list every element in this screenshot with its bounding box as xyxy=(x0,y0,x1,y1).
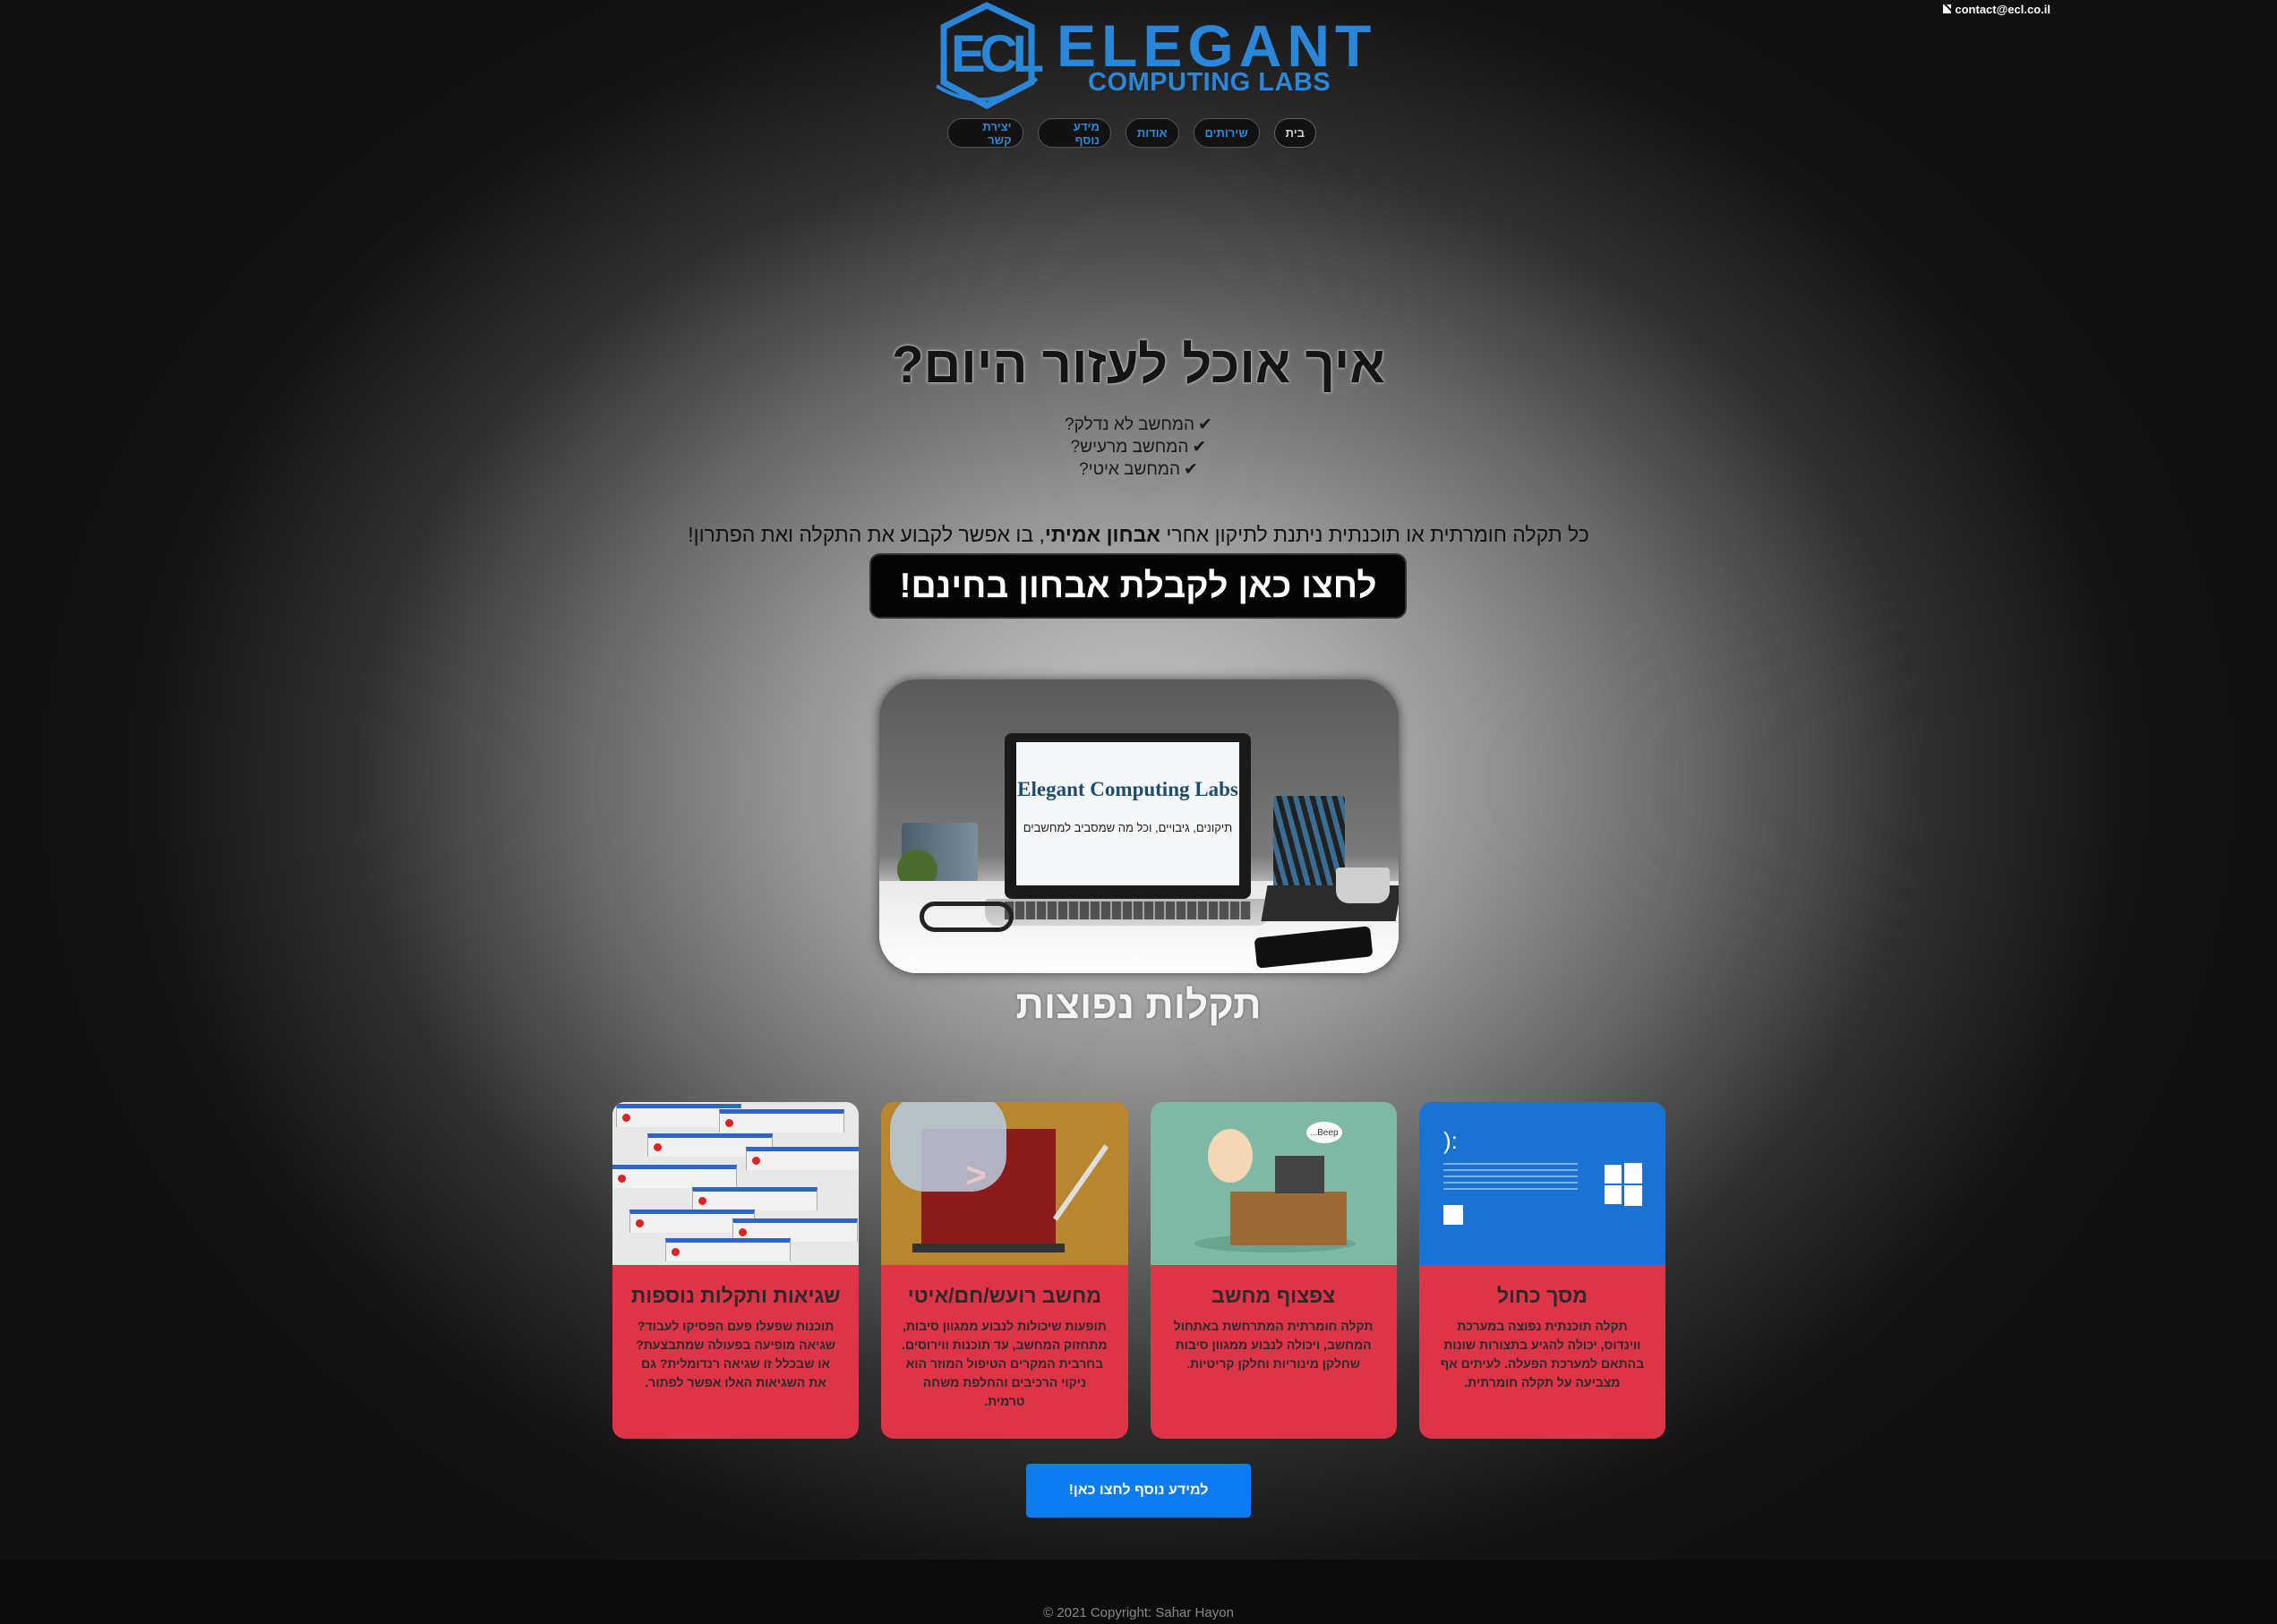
copyright-text: © 2021 Copyright: Sahar Hayon xyxy=(1043,1605,1234,1620)
screen-subtitle: תיקונים, גיבויים, וכל מה שמסביב למחשבים xyxy=(1023,821,1233,834)
card-title: מחשב רועש/חם/איטי xyxy=(907,1284,1101,1307)
checkmark-icon: ✔ xyxy=(1198,415,1212,434)
speech-bubble: Beep... xyxy=(1305,1122,1342,1143)
hero-title: איך אוכל לעזור היום? xyxy=(892,336,1385,394)
pot-shape xyxy=(1336,868,1390,903)
common-issues-title: תקלות נפוצות xyxy=(1015,983,1262,1027)
free-diagnosis-button[interactable]: לחצו כאן לקבלת אבחון בחינם! xyxy=(869,553,1407,619)
check-item: ✔המחשב איטי? xyxy=(0,458,2277,481)
statement-text: כל תקלה חומרתית או תוכנתית ניתנת לתיקון … xyxy=(1160,523,1589,546)
nav-home[interactable]: בית xyxy=(1273,118,1316,148)
page-background: contact@ecl.co.il ECL ELEGANT COMPUTING … xyxy=(0,0,2277,1560)
ecl-logo-mark-icon: ECL xyxy=(935,2,1049,109)
blue-screen-image: :( xyxy=(1418,1102,1665,1265)
diagnosis-statement: כל תקלה חומרתית או תוכנתית ניתנת לתיקון … xyxy=(0,521,2277,548)
nav-contact[interactable]: יצירת קשר xyxy=(947,118,1023,148)
laptop-base xyxy=(912,1244,1065,1252)
check-item: ✔המחשב מרעיש? xyxy=(0,436,2277,458)
site-logo[interactable]: ECL ELEGANT COMPUTING LABS xyxy=(931,0,1371,111)
card-text: תקלה חומרתית המתרחשת באתחול המחשב, ויכול… xyxy=(1173,1319,1374,1371)
beeping-computer-image: Beep... xyxy=(1150,1102,1397,1265)
nav-services[interactable]: שירותים xyxy=(1193,118,1260,148)
card-text: תוכנות שפעלו פעם הפסיקו לעבוד? שגיאה מופ… xyxy=(636,1319,836,1389)
monitor-icon xyxy=(1274,1156,1324,1193)
screen-title: Elegant Computing Labs xyxy=(1017,778,1238,800)
checkmark-icon: ✔ xyxy=(1192,438,1207,457)
main-nav: בית שירותים אודות מידע נוסף יצירת קשר xyxy=(947,118,1316,149)
man-figure xyxy=(1207,1129,1253,1183)
screwdriver-icon xyxy=(1052,1144,1109,1221)
card-text: תקלה תוכנתית נפוצה במערכת ווינדוס, יכולה… xyxy=(1440,1319,1645,1389)
check-item: ✔המחשב לא נדלק? xyxy=(0,414,2277,436)
brand-subtitle: COMPUTING LABS xyxy=(1088,68,1331,97)
checkmark-icon: ✔ xyxy=(1183,460,1198,479)
card-title: מסך כחול xyxy=(1496,1284,1588,1307)
error-dialog-icon xyxy=(665,1238,792,1261)
footer: © 2021 Copyright: Sahar Hayon xyxy=(0,1560,2277,1624)
card-noisy-computer[interactable]: < מחשב רועש/חם/איטי תופעות שיכולות לנבוע… xyxy=(881,1102,1128,1439)
sad-laptop-face-icon: < xyxy=(965,1156,987,1195)
contact-email[interactable]: contact@ecl.co.il xyxy=(1943,0,2050,18)
desk-shape xyxy=(1229,1192,1347,1245)
nav-more-info[interactable]: מידע נוסף xyxy=(1037,118,1111,148)
card-title: שגיאות ותקלות נוספות xyxy=(630,1284,841,1307)
laptop-keyboard xyxy=(1005,902,1251,919)
error-dialog-icon xyxy=(719,1109,845,1133)
card-other-errors[interactable]: שגיאות ותקלות נוספות תוכנות שפעלו פעם הפ… xyxy=(612,1102,860,1439)
check-text: המחשב מרעיש? xyxy=(1070,438,1189,457)
check-text: המחשב איטי? xyxy=(1079,460,1180,479)
symptom-checklist: ✔המחשב לא נדלק? ✔המחשב מרעיש? ✔המחשב איט… xyxy=(0,414,2277,481)
error-dialogs-image xyxy=(612,1102,860,1265)
statement-text-end: , בו אפשר לקבוע את התקלה ואת הפתרון! xyxy=(688,523,1045,546)
sad-face-icon: :( xyxy=(1443,1127,1458,1154)
card-text: תופעות שיכולות לנבוע ממגוון סיבות, מתחזו… xyxy=(902,1319,1108,1408)
qr-code-icon xyxy=(1443,1205,1463,1225)
issue-cards: :( מסך כחול תקלה תוכנתית נפוצה במערכת וו… xyxy=(612,1102,1665,1439)
logo-initials: ECL xyxy=(951,25,1043,83)
card-beeping-computer[interactable]: Beep... צפצוף מחשב תקלה חומרתית המתרחשת … xyxy=(1150,1102,1397,1439)
more-info-button[interactable]: למידע נוסף לחצו כאן! xyxy=(1026,1464,1251,1517)
envelope-icon xyxy=(1943,4,1952,13)
check-text: המחשב לא נדלק? xyxy=(1065,415,1195,434)
error-dialog-icon xyxy=(612,1165,738,1188)
nav-about[interactable]: אודות xyxy=(1125,118,1179,148)
brand-name: ELEGANT xyxy=(1057,13,1377,79)
smoke-shape xyxy=(889,1102,1006,1192)
error-dialog-icon xyxy=(692,1187,818,1210)
glasses-shape xyxy=(920,902,1014,932)
broken-laptop-image: < xyxy=(881,1102,1128,1265)
pencil-cup-shape xyxy=(1273,796,1345,890)
statement-bold: אבחון אמיתי xyxy=(1044,523,1160,546)
card-blue-screen[interactable]: :( מסך כחול תקלה תוכנתית נפוצה במערכת וו… xyxy=(1418,1102,1665,1439)
error-lines xyxy=(1443,1163,1578,1193)
contact-email-text: contact@ecl.co.il xyxy=(1955,2,2050,16)
laptop-hero-image: Elegant Computing Labs תיקונים, גיבויים,… xyxy=(879,680,1399,973)
windows-logo-icon xyxy=(1605,1163,1642,1206)
laptop-screen xyxy=(1016,742,1239,885)
card-title: צפצוף מחשב xyxy=(1211,1284,1336,1307)
error-dialog-icon xyxy=(746,1147,860,1170)
